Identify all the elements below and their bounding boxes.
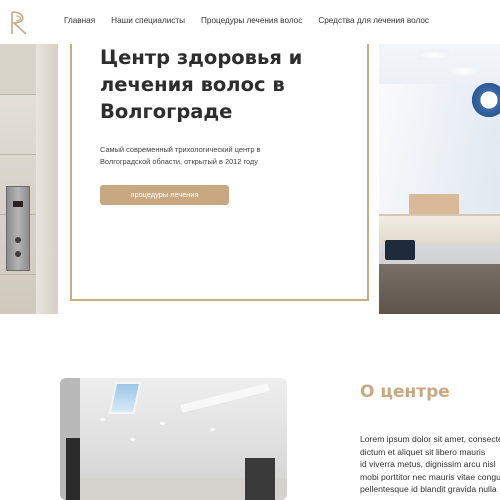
hero-image-right: [379, 44, 500, 314]
hero-section: Центр здоровья и лечения волос в Волгогр…: [0, 44, 500, 314]
procedures-button[interactable]: процедуры лечения: [100, 185, 229, 205]
brand-logo-icon[interactable]: [8, 10, 32, 36]
main-nav: Главная Наши специалисты Процедуры лечен…: [64, 16, 445, 25]
about-title: О центре: [360, 382, 450, 402]
nav-item-specialists[interactable]: Наши специалисты: [111, 16, 185, 25]
about-text: Lorem ipsum dolor sit amet, consectetur …: [360, 434, 500, 495]
hero-description: Самый современный трихологический центр …: [100, 145, 261, 166]
about-image: [60, 378, 287, 500]
nav-item-products[interactable]: Средства для лечения волос: [318, 16, 429, 25]
site-header: Главная Наши специалисты Процедуры лечен…: [0, 0, 500, 44]
elevator-panel-image: [6, 186, 30, 271]
nav-item-home[interactable]: Главная: [64, 16, 95, 25]
hero-title: Центр здоровья и лечения волос в Волгогр…: [100, 46, 303, 123]
nav-item-procedures[interactable]: Процедуры лечения волос: [201, 16, 302, 25]
hero-card: Центр здоровья и лечения волос в Волгогр…: [70, 44, 369, 301]
hero-image-left: [0, 44, 58, 314]
